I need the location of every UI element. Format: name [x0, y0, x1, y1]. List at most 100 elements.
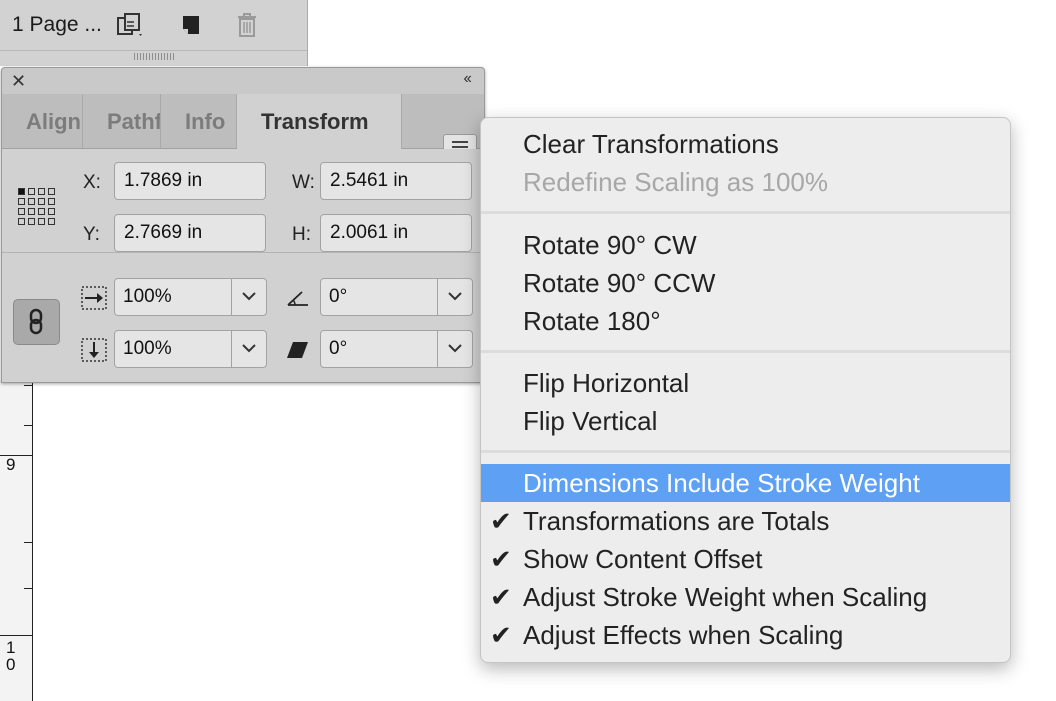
- pages-count-label: 1 Page ...: [12, 13, 102, 36]
- reference-point-mid-right-2[interactable]: [48, 208, 55, 215]
- menu-separator: [481, 350, 1010, 353]
- checkmark-icon: ✔: [490, 506, 512, 536]
- transform-options-menu: Clear Transformations Redefine Scaling a…: [480, 117, 1011, 663]
- shear-combo[interactable]: 0°: [320, 330, 473, 368]
- ruler-tick: [0, 635, 32, 636]
- scale-y-combo[interactable]: 100%: [114, 330, 267, 368]
- scale-x-combo[interactable]: 100%: [114, 278, 267, 316]
- reference-point-bottom-left[interactable]: [18, 218, 25, 225]
- menu-item-rotate-180[interactable]: Rotate 180°: [481, 302, 1010, 340]
- reference-point-center-4[interactable]: [38, 208, 45, 215]
- menu-item-dimensions-include-stroke-weight[interactable]: Dimensions Include Stroke Weight: [481, 464, 1010, 502]
- resize-grip[interactable]: [134, 53, 174, 60]
- ruler-tick: [24, 542, 32, 543]
- page-size-icon[interactable]: [116, 10, 146, 40]
- menu-item-label: Rotate 180°: [523, 306, 661, 336]
- pages-panel-row: 1 Page ...: [0, 0, 307, 51]
- reference-point-center-3[interactable]: [28, 208, 35, 215]
- shear-value: 0°: [329, 338, 348, 359]
- reference-point-center[interactable]: [28, 198, 35, 205]
- new-page-icon[interactable]: [176, 10, 206, 40]
- reference-point-bottom-center[interactable]: [28, 218, 35, 225]
- h-field[interactable]: 2.0061 in: [320, 214, 472, 252]
- tab-align[interactable]: Align: [2, 94, 83, 148]
- reference-point-mid-left[interactable]: [18, 198, 25, 205]
- menu-item-clear-transformations[interactable]: Clear Transformations: [481, 125, 1010, 163]
- h-label: H:: [292, 224, 311, 245]
- chain-link-icon: [29, 308, 43, 335]
- x-label: X:: [83, 172, 101, 193]
- tab-info[interactable]: Info: [161, 94, 237, 148]
- reference-point-center-2[interactable]: [38, 198, 45, 205]
- menu-item-rotate-90-cw[interactable]: Rotate 90° CW: [481, 226, 1010, 264]
- delete-page-icon[interactable]: [232, 10, 262, 40]
- chevron-down-icon: [448, 292, 462, 301]
- menu-item-label: Rotate 90° CCW: [523, 268, 716, 298]
- menu-item-label: Dimensions Include Stroke Weight: [523, 468, 920, 498]
- scale-y-icon: [80, 337, 108, 368]
- menu-item-label: Adjust Effects when Scaling: [523, 620, 844, 650]
- panel-header: ✕ ‹‹: [2, 68, 484, 94]
- scale-x-value: 100%: [123, 286, 172, 307]
- menu-item-label: Flip Vertical: [523, 406, 658, 436]
- close-icon[interactable]: ✕: [11, 71, 26, 92]
- ruler-tick: [24, 385, 32, 386]
- scale-y-value: 100%: [123, 338, 172, 359]
- rotation-angle-icon: [286, 288, 310, 313]
- rotation-combo[interactable]: 0°: [320, 278, 473, 316]
- shear-icon: [286, 340, 310, 365]
- menu-item-adjust-stroke-weight[interactable]: ✔ Adjust Stroke Weight when Scaling: [481, 578, 1010, 616]
- rotation-value: 0°: [329, 286, 348, 307]
- rotation-dropdown[interactable]: [437, 279, 472, 315]
- reference-point-top-right[interactable]: [38, 188, 45, 195]
- divider: [2, 252, 484, 253]
- reference-point-bottom-right[interactable]: [48, 218, 55, 225]
- menu-separator: [481, 450, 1010, 453]
- x-field[interactable]: 1.7869 in: [114, 162, 266, 200]
- chevron-down-icon: [448, 344, 462, 353]
- chevron-down-icon: [242, 344, 256, 353]
- menu-item-transformations-are-totals[interactable]: ✔ Transformations are Totals: [481, 502, 1010, 540]
- w-field[interactable]: 2.5461 in: [320, 162, 472, 200]
- chevron-down-icon: [242, 292, 256, 301]
- menu-item-show-content-offset[interactable]: ✔ Show Content Offset: [481, 540, 1010, 578]
- scale-y-dropdown[interactable]: [231, 331, 266, 367]
- panel-tabs: Align Pathfinder Info Transform: [2, 94, 484, 160]
- collapse-panel-icon[interactable]: ‹‹: [463, 70, 472, 88]
- ruler-label-10: 1 0: [6, 638, 16, 674]
- menu-item-label: Show Content Offset: [523, 544, 763, 574]
- menu-item-adjust-effects[interactable]: ✔ Adjust Effects when Scaling: [481, 616, 1010, 654]
- menu-item-label: Transformations are Totals: [523, 506, 830, 536]
- reference-point-top-right-2[interactable]: [48, 188, 55, 195]
- reference-point-mid-left-2[interactable]: [18, 208, 25, 215]
- reference-point-mid-right[interactable]: [48, 198, 55, 205]
- reference-point-top-left[interactable]: [18, 188, 25, 195]
- menu-item-rotate-90-ccw[interactable]: Rotate 90° CCW: [481, 264, 1010, 302]
- checkmark-icon: ✔: [490, 620, 512, 650]
- scale-x-dropdown[interactable]: [231, 279, 266, 315]
- menu-separator: [481, 211, 1010, 214]
- constrain-proportions-button[interactable]: [13, 299, 60, 345]
- menu-item-flip-horizontal[interactable]: Flip Horizontal: [481, 364, 1010, 402]
- w-label: W:: [292, 172, 315, 193]
- transform-panel: ✕ ‹‹ Align Pathfinder Info Transform: [1, 67, 485, 383]
- tab-transform[interactable]: Transform: [237, 94, 402, 149]
- reference-point-top-center[interactable]: [28, 188, 35, 195]
- vertical-ruler: 9 1 0: [0, 380, 33, 701]
- menu-item-label: Rotate 90° CW: [523, 230, 697, 260]
- y-field[interactable]: 2.7669 in: [114, 214, 266, 252]
- shear-dropdown[interactable]: [437, 331, 472, 367]
- ruler-label-9: 9: [6, 455, 16, 474]
- menu-item-flip-vertical[interactable]: Flip Vertical: [481, 402, 1010, 440]
- menu-item-label: Adjust Stroke Weight when Scaling: [523, 582, 928, 612]
- ruler-tick: [0, 455, 32, 456]
- ruler-tick: [24, 588, 32, 589]
- menu-item-label: Flip Horizontal: [523, 368, 690, 398]
- hamburger-line: [452, 141, 468, 143]
- pages-panel: 1 Page ...: [0, 0, 308, 66]
- scale-x-icon: [80, 285, 108, 316]
- reference-point-bottom-center-2[interactable]: [38, 218, 45, 225]
- tab-pathfinder[interactable]: Pathfinder: [83, 94, 161, 148]
- menu-item-label: Redefine Scaling as 100%: [523, 167, 828, 197]
- reference-point-grid[interactable]: [18, 188, 58, 228]
